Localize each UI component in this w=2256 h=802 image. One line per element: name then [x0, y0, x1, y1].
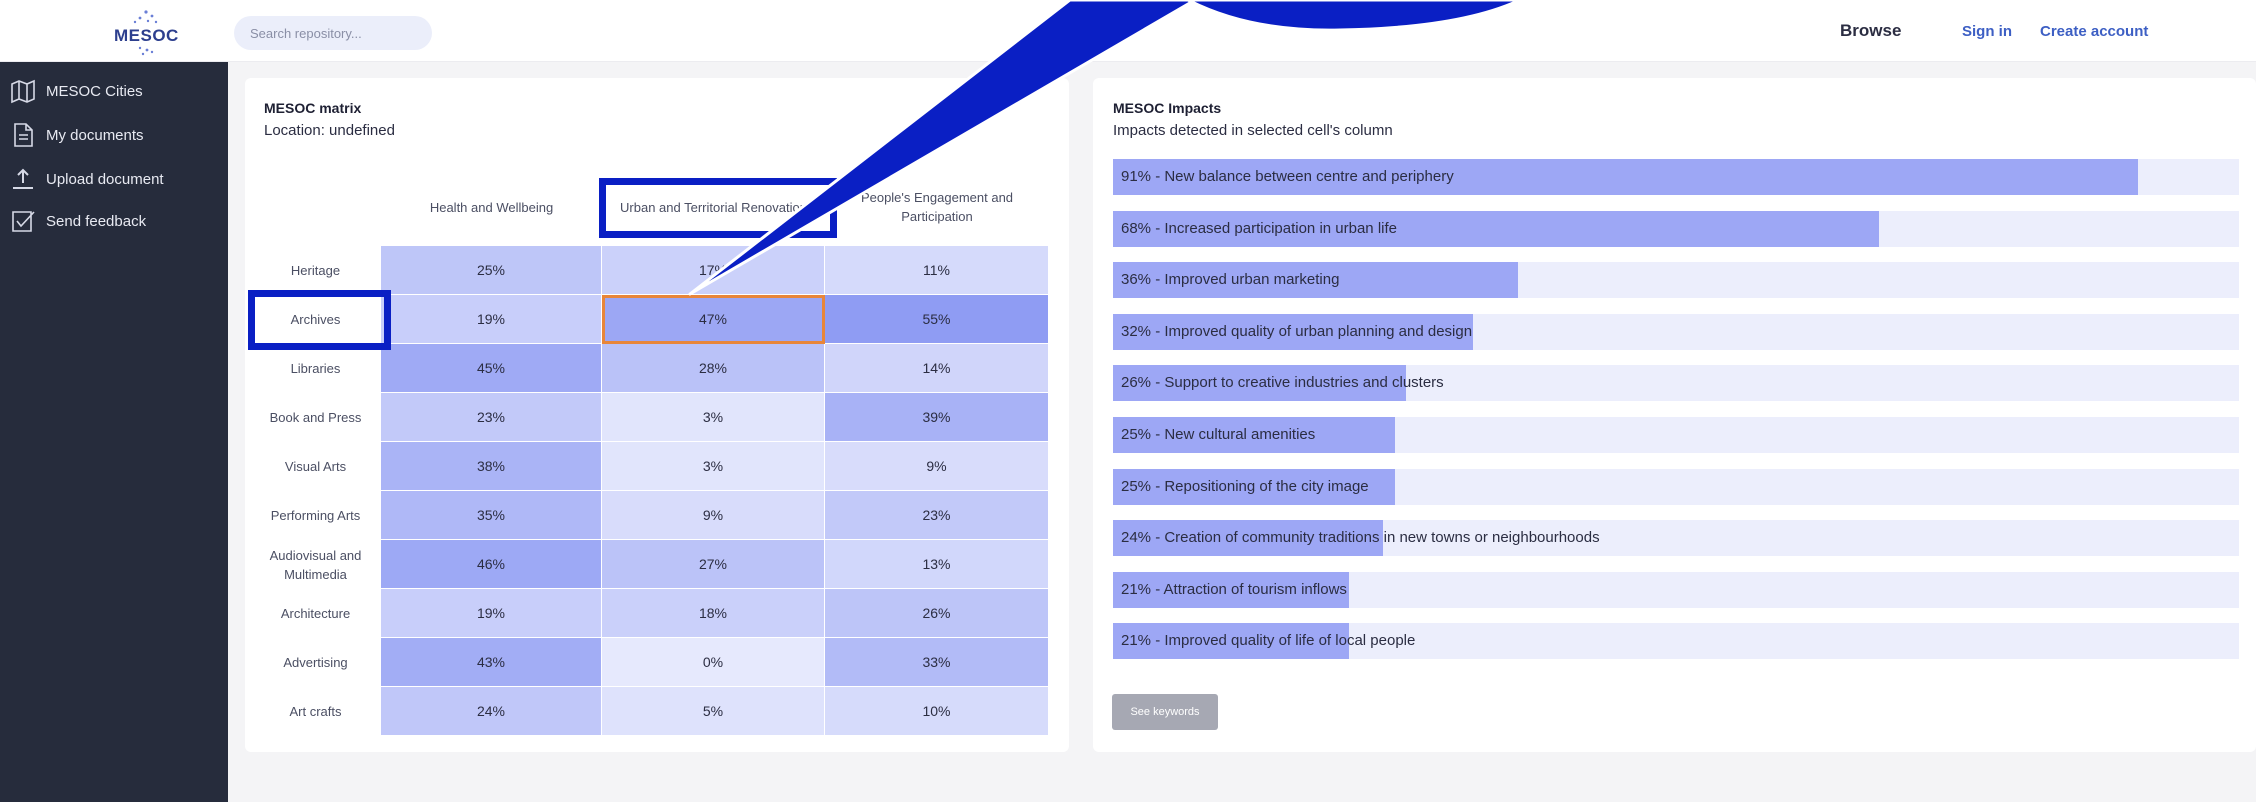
annotation-callout — [688, 0, 1521, 296]
